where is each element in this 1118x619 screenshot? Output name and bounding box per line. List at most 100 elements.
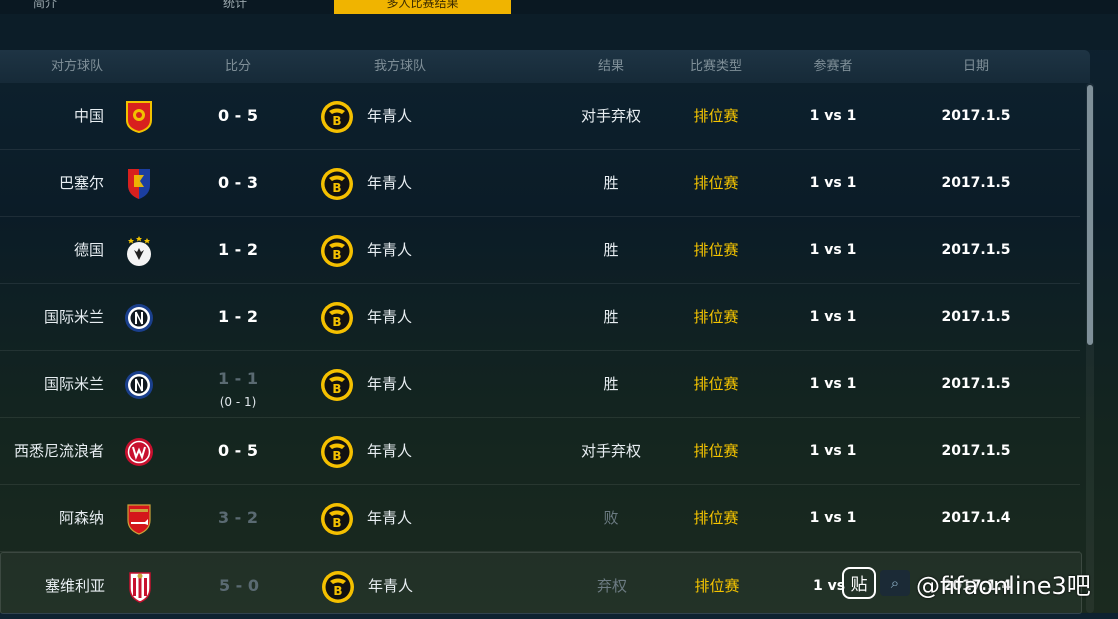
match-type: 排位赛 [694,577,740,595]
match-type: 排位赛 [693,107,739,125]
score: 1 - 2 [217,240,259,259]
young-boys-crest-icon: B [321,168,353,200]
match-date: 2017.1.5 [941,175,1011,191]
header-match-type: 比赛类型 [689,59,742,74]
svg-text:B: B [332,382,341,396]
inter-crest-icon [125,304,153,332]
my-team-name: 年青人 [367,509,413,527]
tab-intro[interactable]: 简介 [0,0,90,14]
result: 弃权 [596,577,627,595]
young-boys-crest-icon: B [321,235,353,267]
svg-text:B: B [332,181,341,195]
match-date: 2017.1.5 [941,443,1011,459]
match-type: 排位赛 [693,509,739,527]
penalty-score: (0 - 1) [219,395,257,409]
header-date: 日期 [962,59,989,74]
opponent-name: 德国 [73,241,104,259]
participants: 1 vs 1 [809,443,857,459]
match-type: 排位赛 [693,308,739,326]
participants: 1 vs 1 [809,242,857,258]
young-boys-crest-icon: B [322,571,354,603]
watermark-text: @fifaonline3吧 [916,571,1091,600]
opponent-name: 中国 [73,107,104,125]
my-team-name: 年青人 [367,308,413,326]
my-team-name: 年青人 [367,375,413,393]
table-row[interactable]: 国际米兰 1 - 1 (0 - 1) B 年青人 胜 排位赛 1 vs 1 20… [0,351,1080,418]
header-result: 结果 [597,59,624,74]
participants: 1 vs 1 [809,510,857,526]
result: 败 [603,509,619,527]
svg-text:B: B [332,516,341,530]
opponent-name: 国际米兰 [43,308,104,326]
match-date: 2017.1.5 [941,108,1011,124]
opponent-name: 巴塞尔 [58,174,104,192]
top-tab-bar: 简介 统计 多人比赛结果 [0,0,1118,14]
opponent-name: 塞维利亚 [44,577,105,595]
score: 5 - 0 [218,576,260,595]
young-boys-crest-icon: B [321,369,353,401]
search-icon: ⌕ [880,570,910,596]
match-date: 2017.1.5 [941,376,1011,392]
my-team-name: 年青人 [367,241,413,259]
match-type: 排位赛 [693,442,739,460]
basel-crest-icon [128,169,150,199]
young-boys-crest-icon: B [321,101,353,133]
inter-crest-icon [125,371,153,399]
young-boys-crest-icon: B [321,503,353,535]
my-team-name: 年青人 [368,577,414,595]
match-type: 排位赛 [693,375,739,393]
match-type: 排位赛 [693,241,739,259]
table-row[interactable]: 国际米兰 1 - 2 B 年青人 胜 排位赛 1 vs 1 2017.1.5 [0,284,1080,351]
score: 0 - 5 [217,441,259,460]
svg-text:B: B [333,584,342,598]
result: 胜 [603,375,619,393]
table-row[interactable]: 阿森纳 3 - 2 B 年青人 败 排位赛 1 vs 1 2017.1.4 [0,485,1080,552]
svg-text:B: B [332,114,341,128]
match-date: 2017.1.4 [941,510,1011,526]
table-row[interactable]: 德国 1 - 2 B 年青人 胜 排位赛 1 vs 1 2017.1.5 [0,217,1080,284]
result: 胜 [603,174,619,192]
watermark: 贴 ⌕ @fifaonline3吧 [842,566,1091,600]
header-participants: 参赛者 [813,59,853,74]
score: 1 - 2 [217,307,259,326]
young-boys-crest-icon: B [321,436,353,468]
participants: 1 vs 1 [809,175,857,191]
opponent-name: 西悉尼流浪者 [13,442,104,460]
participants: 1 vs 1 [809,108,857,124]
table-row[interactable]: 西悉尼流浪者 0 - 5 B 年青人 对手弃权 排位赛 1 vs 1 2017.… [0,418,1080,485]
svg-text:B: B [332,449,341,463]
match-type: 排位赛 [693,174,739,192]
wanderers-crest-icon [125,438,153,466]
score: 0 - 3 [217,173,259,192]
match-date: 2017.1.5 [941,309,1011,325]
arsenal-crest-icon [127,504,151,535]
tab-stats[interactable]: 统计 [170,0,300,14]
svg-text:B: B [332,248,341,262]
svg-text:B: B [332,315,341,329]
header-opponent: 对方球队 [50,59,103,74]
participants: 1 vs 1 [809,309,857,325]
opponent-name: 阿森纳 [58,509,104,527]
table-row[interactable]: 巴塞尔 0 - 3 B 年青人 胜 排位赛 1 vs 1 2017.1.5 [0,150,1080,217]
table-row[interactable]: 中国 0 - 5 B 年青人 对手弃权 排位赛 1 vs 1 2017.1.5 [0,83,1080,150]
toolbar-strip [0,14,1118,50]
results-table: 中国 0 - 5 B 年青人 对手弃权 排位赛 1 vs 1 2017.1.5 … [0,83,1082,614]
score: 3 - 2 [217,508,259,527]
germany-crest-icon [127,236,151,266]
result: 对手弃权 [580,442,641,460]
tieba-logo-icon: 贴 [842,567,876,599]
my-team-name: 年青人 [367,107,413,125]
my-team-name: 年青人 [367,442,413,460]
table-header: 对方球队 比分 我方球队 结果 比赛类型 参赛者 日期 [0,50,1090,83]
match-date: 2017.1.5 [941,242,1011,258]
young-boys-crest-icon: B [321,302,353,334]
score: 0 - 5 [217,106,259,125]
header-my-team: 我方球队 [373,59,426,74]
scrollbar-thumb[interactable] [1087,85,1093,345]
result: 胜 [603,308,619,326]
tab-match-results[interactable]: 多人比赛结果 [334,0,511,14]
result: 胜 [603,241,619,259]
header-score: 比分 [224,59,251,74]
my-team-name: 年青人 [367,174,413,192]
participants: 1 vs 1 [809,376,857,392]
